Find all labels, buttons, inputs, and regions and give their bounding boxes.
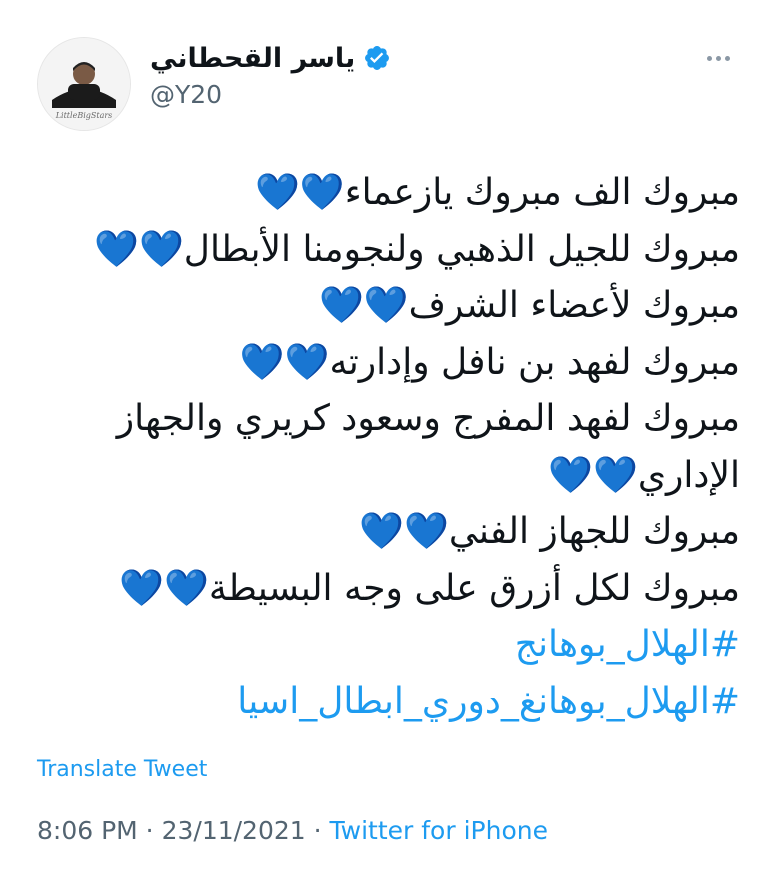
tweet-date[interactable]: 23/11/2021 (162, 816, 306, 845)
tweet-text: مبروك الف مبروك يازعماء💙💙 مبروك للجيل ال… (30, 165, 740, 730)
tweet-line: مبروك الف مبروك يازعماء💙💙 (255, 172, 740, 213)
tweet-line: مبروك لأعضاء الشرف💙💙 (319, 285, 740, 326)
tweet-line: مبروك لفهد المفرج وسعود كريري والجهاز (116, 398, 740, 439)
hashtag-link[interactable]: #الهلال_بوهانج (30, 617, 740, 674)
meta-separator: · (137, 816, 162, 845)
tweet-source-link[interactable]: Twitter for iPhone (330, 816, 548, 845)
avatar-image: LittleBigStars (38, 38, 130, 130)
author-handle[interactable]: @Y20 (150, 80, 222, 109)
hashtag-link[interactable]: #الهلال_بوهانغ_دوري_ابطال_اسيا (30, 674, 740, 731)
tweet-line: مبروك للجيل الذهبي ولنجومنا الأبطال💙💙 (94, 228, 740, 270)
verified-badge-icon (365, 46, 390, 70)
tweet-header: LittleBigStars ياسر القحطاني @Y20 (0, 0, 768, 150)
display-name[interactable]: ياسر القحطاني (150, 43, 355, 74)
author-name-row: ياسر القحطاني (150, 40, 391, 76)
more-options-icon[interactable] (700, 48, 736, 68)
translate-tweet-link[interactable]: Translate Tweet (37, 757, 207, 782)
tweet-time[interactable]: 8:06 PM (37, 816, 138, 845)
meta-separator: · (305, 816, 330, 845)
avatar-caption: LittleBigStars (55, 111, 113, 120)
tweet-line: مبروك لكل أزرق على وجه البسيطة💙💙 (119, 567, 740, 609)
tweet-line: الإداري💙💙 (548, 454, 740, 496)
avatar[interactable]: LittleBigStars (37, 37, 131, 131)
tweet-line: مبروك للجهاز الفني💙💙 (359, 511, 740, 552)
tweet-line: مبروك لفهد بن نافل وإدارته💙💙 (239, 341, 740, 383)
tweet-meta: 8:06 PM · 23/11/2021 · Twitter for iPhon… (37, 816, 548, 845)
